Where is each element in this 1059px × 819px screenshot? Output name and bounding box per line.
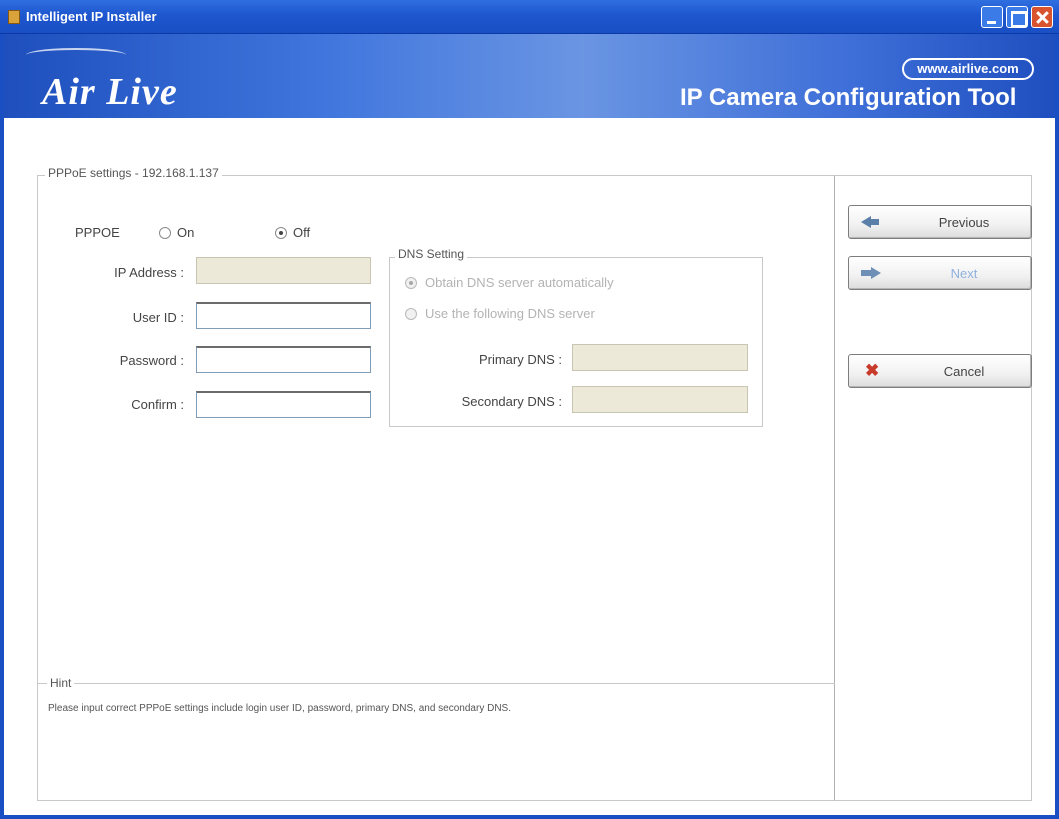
cancel-button-label: Cancel <box>943 364 985 379</box>
app-icon <box>8 10 20 24</box>
minimize-button[interactable] <box>981 6 1003 28</box>
password-field[interactable] <box>196 346 371 373</box>
previous-button[interactable]: Previous <box>848 205 1032 239</box>
hint-title: Hint <box>47 676 75 690</box>
dns-auto-label[interactable]: Obtain DNS server automatically <box>425 275 614 290</box>
confirm-input[interactable] <box>197 393 370 417</box>
user-id-input[interactable] <box>197 304 370 328</box>
tool-title: IP Camera Configuration Tool <box>680 84 1017 111</box>
previous-button-label: Previous <box>938 215 990 230</box>
brand-logo: Air Live <box>42 71 178 113</box>
pppoe-label: PPPOE <box>75 225 120 240</box>
website-link: www.airlive.com <box>902 58 1034 80</box>
confirm-label: Confirm : <box>131 397 184 412</box>
ip-address-input[interactable] <box>197 258 370 283</box>
pppoe-off-label[interactable]: Off <box>293 225 310 240</box>
dns-manual-label[interactable]: Use the following DNS server <box>425 306 595 321</box>
confirm-field[interactable] <box>196 391 371 418</box>
primary-dns-field[interactable] <box>572 344 748 371</box>
ip-address-label: IP Address : <box>114 265 184 280</box>
window-title: Intelligent IP Installer <box>26 9 157 24</box>
secondary-dns-field[interactable] <box>572 386 748 413</box>
pppoe-off-radio[interactable] <box>275 227 287 239</box>
pppoe-on-label[interactable]: On <box>177 225 194 240</box>
primary-dns-input[interactable] <box>573 345 747 370</box>
ip-address-field[interactable] <box>196 257 371 284</box>
header-banner: Air Live www.airlive.com IP Camera Confi… <box>0 34 1059 118</box>
primary-dns-label: Primary DNS : <box>478 352 562 367</box>
cancel-button[interactable]: ✖ Cancel <box>848 354 1032 388</box>
maximize-button[interactable] <box>1006 6 1028 28</box>
password-input[interactable] <box>197 348 370 372</box>
pppoe-settings-title: PPPoE settings - 192.168.1.137 <box>45 166 222 180</box>
hint-text: Please input correct PPPoE settings incl… <box>48 703 511 714</box>
user-id-label: User ID : <box>132 310 184 325</box>
secondary-dns-label: Secondary DNS : <box>461 394 562 409</box>
pppoe-on-radio[interactable] <box>159 227 171 239</box>
title-bar[interactable]: Intelligent IP Installer <box>0 0 1059 34</box>
next-button[interactable]: Next <box>848 256 1032 290</box>
dns-manual-radio[interactable] <box>405 308 417 320</box>
close-button[interactable] <box>1031 6 1053 28</box>
user-id-field[interactable] <box>196 302 371 329</box>
secondary-dns-input[interactable] <box>573 387 747 412</box>
arrow-right-icon <box>871 267 881 279</box>
close-x-icon: ✖ <box>865 361 880 380</box>
password-label: Password : <box>119 353 184 368</box>
dns-setting-title: DNS Setting <box>395 247 468 261</box>
logo-swoosh-icon <box>26 48 126 62</box>
hint-divider <box>37 683 835 684</box>
dns-auto-radio[interactable] <box>405 277 417 289</box>
next-button-label: Next <box>950 266 978 281</box>
